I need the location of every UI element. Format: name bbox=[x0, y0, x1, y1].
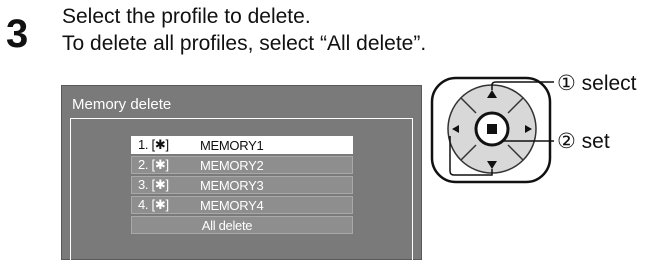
memory-delete-dialog: Memory delete 1. [✱] MEMORY1 2. [✱] MEMO… bbox=[61, 85, 422, 268]
set-button-icon[interactable] bbox=[474, 111, 510, 147]
memory-item-name: MEMORY3 bbox=[200, 177, 264, 193]
instruction-line-2: To delete all profiles, select “All dele… bbox=[62, 32, 427, 55]
memory-item-name: MEMORY2 bbox=[200, 157, 264, 173]
set-annotation: ② set bbox=[557, 130, 610, 153]
memory-item-name: MEMORY4 bbox=[200, 197, 264, 213]
memory-item-4[interactable]: 4. [✱] MEMORY4 bbox=[131, 196, 353, 214]
remote-control-diagram bbox=[430, 76, 554, 184]
memory-item-2[interactable]: 2. [✱] MEMORY2 bbox=[131, 156, 353, 174]
memory-item-index: 1. [✱] bbox=[138, 137, 169, 152]
memory-item-name: MEMORY1 bbox=[200, 137, 264, 153]
select-annotation: ① select bbox=[557, 72, 637, 95]
memory-item-1[interactable]: 1. [✱] MEMORY1 bbox=[131, 136, 353, 154]
instruction-line-1: Select the profile to delete. bbox=[62, 5, 311, 28]
all-delete-label: All delete bbox=[201, 217, 253, 233]
all-delete-button[interactable]: All delete bbox=[131, 216, 353, 234]
dialog-title: Memory delete bbox=[72, 96, 172, 113]
memory-item-index: 3. [✱] bbox=[138, 177, 169, 192]
memory-item-3[interactable]: 3. [✱] MEMORY3 bbox=[131, 176, 353, 194]
step-number: 3 bbox=[6, 12, 29, 56]
memory-item-index: 2. [✱] bbox=[138, 157, 169, 172]
memory-item-index: 4. [✱] bbox=[138, 197, 169, 212]
dialog-menu-frame: 1. [✱] MEMORY1 2. [✱] MEMORY2 3. [✱] MEM… bbox=[70, 118, 413, 268]
